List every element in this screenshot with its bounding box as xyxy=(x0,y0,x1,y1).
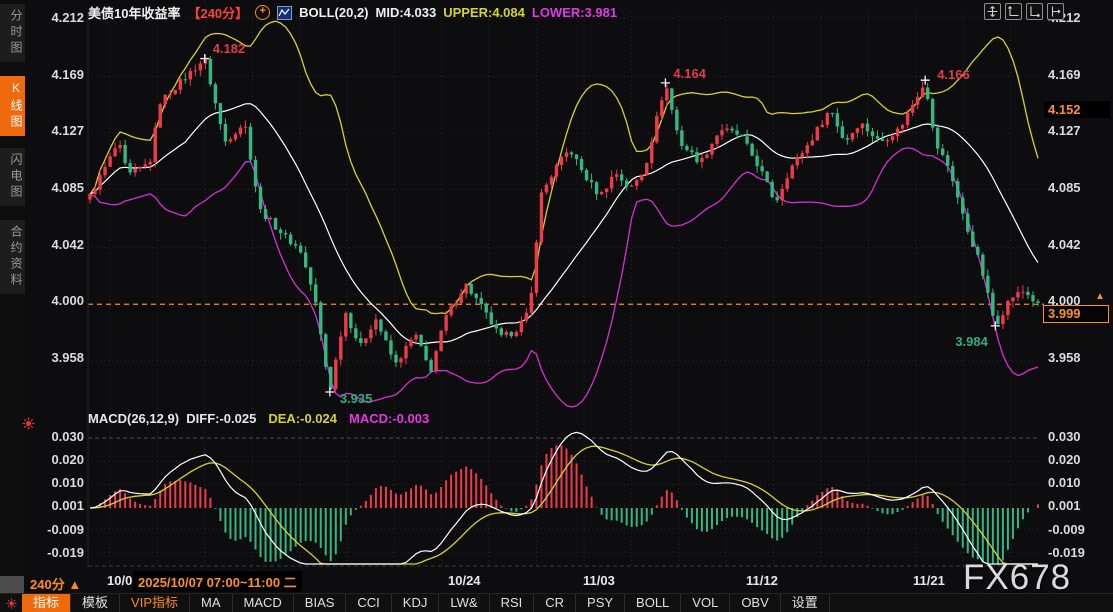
toolbar-item-indicators[interactable]: 指标 xyxy=(22,594,71,612)
macd-dea-value: DEA:-0.024 xyxy=(268,411,337,426)
bar-datetime-tooltip: 2025/10/07 07:00~11:00 二 xyxy=(133,571,302,592)
boll-upper-value: UPPER:4.084 xyxy=(443,5,525,20)
date-tick: 10/0 xyxy=(107,573,132,588)
sidebar-tab-contract-info[interactable]: 合约资料 xyxy=(0,220,25,294)
macd-tick-left: 0.020 xyxy=(28,452,84,467)
add-indicator-icon[interactable]: + xyxy=(255,5,270,20)
pane-resize-grip[interactable] xyxy=(0,576,24,593)
toolbar-item-macd[interactable]: MACD xyxy=(233,594,294,612)
y-axis-scale-icon[interactable] xyxy=(1005,3,1022,20)
indicator-chart-icon[interactable] xyxy=(277,6,292,20)
toolbar-item-cci[interactable]: CCI xyxy=(346,594,391,612)
low-annotation: 3.984 xyxy=(955,334,988,349)
interval-tag: 【240分】 xyxy=(187,3,248,22)
toolbar-item-cr[interactable]: CR xyxy=(534,594,576,612)
macd-tick-right: 0.001 xyxy=(1048,498,1108,513)
toolbar-item-templates[interactable]: 模板 xyxy=(71,594,120,612)
date-tick: 10/24 xyxy=(448,573,481,588)
macd-tick-left: -0.009 xyxy=(28,522,84,537)
price-tick-right: 4.169 xyxy=(1048,67,1108,82)
macd-tick-right: 0.010 xyxy=(1048,475,1108,490)
x-axis-scale-icon[interactable] xyxy=(1026,3,1043,20)
high-annotation: 4.166 xyxy=(937,67,970,82)
toolbar-item-boll[interactable]: BOLL xyxy=(625,594,681,612)
date-tick: 11/12 xyxy=(746,573,778,588)
price-tick-left: 4.085 xyxy=(28,180,84,195)
macd-macd-value: MACD:-0.003 xyxy=(349,411,429,426)
sidebar-tab-time-share-chart[interactable]: 分时图 xyxy=(0,4,25,62)
reference-price-badge: 4.152 xyxy=(1044,101,1110,118)
toolbar-item-vip-indicators[interactable]: VIP指标 xyxy=(120,594,190,612)
sidebar-tab-kline-chart[interactable]: K线图 xyxy=(0,76,25,136)
toolbar-item-bias[interactable]: BIAS xyxy=(294,594,347,612)
macd-tick-left: 0.001 xyxy=(28,498,84,513)
shift-right-icon[interactable] xyxy=(1047,3,1064,20)
last-price-badge: 3.999 xyxy=(1043,305,1109,323)
price-tick-right: 4.127 xyxy=(1048,123,1108,138)
toolbar-item-vol[interactable]: VOL xyxy=(681,594,730,612)
price-tick-left: 4.212 xyxy=(28,10,84,25)
chart-type-sidebar: 分时图 K线图 闪电图 合约资料 xyxy=(0,0,25,612)
toolbar-item-settings[interactable]: 设置 xyxy=(781,594,830,612)
macd-tick-left: 0.010 xyxy=(28,475,84,490)
toolbar-item-rsi[interactable]: RSI xyxy=(490,594,535,612)
macd-tick-right: 0.030 xyxy=(1048,429,1108,444)
macd-header: MACD(26,12,9) DIFF:-0.025 DEA:-0.024 MAC… xyxy=(88,411,429,426)
date-tick: 11/03 xyxy=(583,573,615,588)
toolbar-item-lwr[interactable]: LW& xyxy=(439,594,489,612)
macd-tick-left: -0.019 xyxy=(28,545,84,560)
high-annotation: 4.164 xyxy=(673,66,706,81)
boll-mid-value: MID:4.033 xyxy=(376,5,437,20)
macd-tick-left: 0.030 xyxy=(28,429,84,444)
interval-indicator[interactable]: 240分 ▲ xyxy=(30,574,81,593)
interval-up-arrow-icon: ▲ xyxy=(68,577,81,592)
trading-terminal-window: 分时图 K线图 闪电图 合约资料 美债10年收益率 【240分】 + BOLL(… xyxy=(0,0,1113,612)
high-annotation: 4.182 xyxy=(213,41,246,56)
toolbar-item-psy[interactable]: PSY xyxy=(576,594,625,612)
price-up-arrow-icon: ▲ xyxy=(1095,291,1105,302)
boll-lower-value: LOWER:3.981 xyxy=(532,5,617,20)
price-tick-right: 4.085 xyxy=(1048,180,1108,195)
price-tick-left: 4.000 xyxy=(28,293,84,308)
price-tick-left: 3.958 xyxy=(28,350,84,365)
fx678-watermark: FX678 xyxy=(963,558,1071,598)
toolbar-item-ma[interactable]: MA xyxy=(190,594,233,612)
date-tick: 11/21 xyxy=(913,573,945,588)
price-tick-left: 4.169 xyxy=(28,67,84,82)
price-tick-right: 4.042 xyxy=(1048,237,1108,252)
indicator-toolbar: 指标 模板 VIP指标 MA MACD BIAS CCI KDJ LW& RSI… xyxy=(0,593,1113,612)
price-tick-right: 3.958 xyxy=(1048,350,1108,365)
toolbar-settings-icon[interactable] xyxy=(0,594,22,612)
boll-indicator-label: BOLL(20,2) xyxy=(299,5,368,20)
indicator-settings-icon[interactable] xyxy=(22,417,35,430)
chart-tools xyxy=(984,3,1064,20)
macd-tick-right: -0.009 xyxy=(1048,522,1108,537)
price-tick-left: 4.127 xyxy=(28,123,84,138)
sidebar-tab-lightning-chart[interactable]: 闪电图 xyxy=(0,148,25,206)
toolbar-item-kdj[interactable]: KDJ xyxy=(392,594,440,612)
crosshair-move-icon[interactable] xyxy=(984,3,1001,20)
low-annotation: 3.935 xyxy=(340,391,373,406)
chart-canvas[interactable] xyxy=(0,0,1113,612)
chart-header: 美债10年收益率 【240分】 + BOLL(20,2) MID:4.033 U… xyxy=(88,3,617,22)
macd-tick-right: 0.020 xyxy=(1048,452,1108,467)
toolbar-item-obv[interactable]: OBV xyxy=(730,594,780,612)
price-tick-left: 4.042 xyxy=(28,237,84,252)
instrument-title: 美债10年收益率 xyxy=(88,3,180,22)
macd-name-and-diff: MACD(26,12,9) DIFF:-0.025 xyxy=(88,411,256,426)
